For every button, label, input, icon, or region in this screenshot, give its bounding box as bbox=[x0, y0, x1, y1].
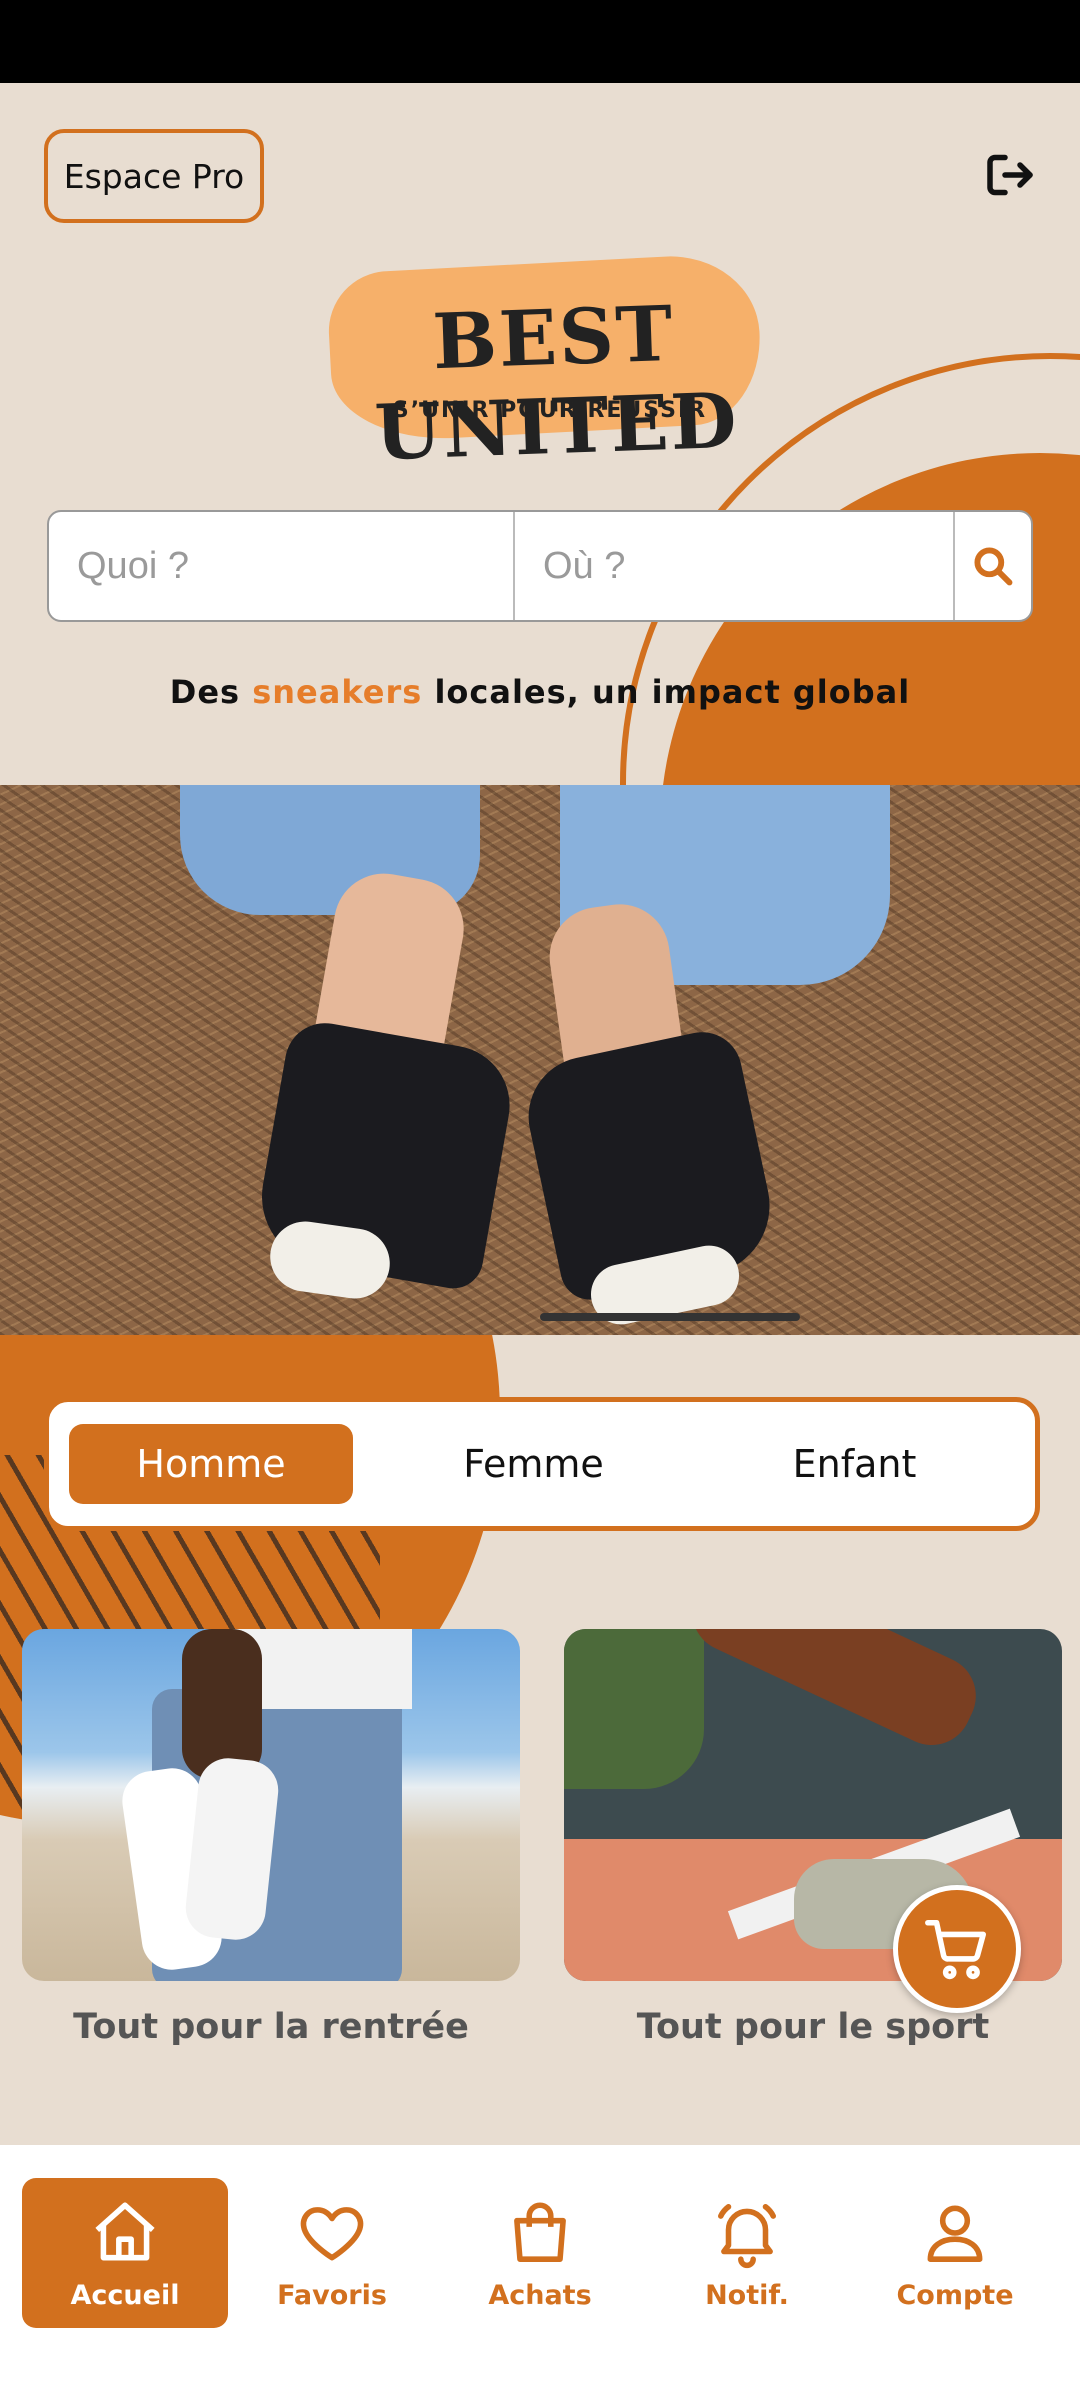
cart-button[interactable] bbox=[893, 1885, 1021, 2013]
tab-enfant[interactable]: Enfant bbox=[694, 1424, 1015, 1504]
espace-pro-button[interactable]: Espace Pro bbox=[44, 129, 264, 223]
nav-favoris-label: Favoris bbox=[277, 2279, 387, 2311]
bell-icon bbox=[718, 2203, 776, 2268]
hero-background bbox=[0, 785, 1080, 1335]
logo-title: BEST UNITED bbox=[373, 288, 740, 478]
shopping-bag-icon bbox=[514, 2202, 566, 2262]
tagline-part1: Des bbox=[169, 673, 253, 711]
hero-banner-image[interactable] bbox=[0, 785, 1080, 1335]
status-bar bbox=[0, 0, 1080, 83]
tagline-part2: locales, un impact global bbox=[422, 673, 911, 711]
brand-logo: BEST UNITED S’UNIR POUR RÉUSSIR bbox=[290, 233, 810, 477]
home-icon bbox=[95, 2201, 155, 2260]
carousel-indicator bbox=[540, 1313, 800, 1321]
what-search-input[interactable] bbox=[49, 512, 515, 620]
category-card-rentree-label[interactable]: Tout pour la rentrée bbox=[22, 2007, 520, 2047]
nav-notif[interactable]: Notif. bbox=[644, 2178, 850, 2328]
nav-accueil-label: Accueil bbox=[70, 2279, 180, 2311]
nav-notif-label: Notif. bbox=[705, 2279, 789, 2311]
header: Espace Pro BEST UNITED S’UNIR POUR RÉUSS… bbox=[0, 83, 1080, 785]
logo-subtitle: S’UNIR POUR RÉUSSIR bbox=[392, 398, 708, 423]
category-card-sport-label[interactable]: Tout pour le sport bbox=[564, 2007, 1062, 2047]
nav-accueil[interactable]: Accueil bbox=[22, 2178, 228, 2328]
tab-femme[interactable]: Femme bbox=[373, 1424, 694, 1504]
tagline: Des sneakers locales, un impact global bbox=[0, 673, 1080, 711]
search-icon bbox=[974, 547, 1013, 586]
tab-homme[interactable]: Homme bbox=[69, 1424, 353, 1504]
nav-achats-label: Achats bbox=[488, 2279, 592, 2311]
search-bar bbox=[47, 510, 1033, 622]
category-card-rentree-image[interactable] bbox=[22, 1629, 520, 1981]
user-icon bbox=[927, 2205, 983, 2262]
logout-icon[interactable] bbox=[980, 145, 1040, 205]
nav-compte-label: Compte bbox=[896, 2279, 1014, 2311]
nav-achats[interactable]: Achats bbox=[437, 2178, 643, 2328]
bottom-navigation: Accueil Favoris Achats Notif. Compte bbox=[0, 2145, 1080, 2400]
nav-favoris[interactable]: Favoris bbox=[229, 2178, 435, 2328]
heart-icon bbox=[300, 2206, 364, 2260]
card2-arm bbox=[679, 1629, 989, 1759]
nav-compte[interactable]: Compte bbox=[852, 2178, 1058, 2328]
where-search-input[interactable] bbox=[515, 512, 955, 620]
card1-arm bbox=[182, 1629, 262, 1779]
category-section: Homme Femme Enfant Tout pour la rentrée … bbox=[0, 1335, 1080, 2145]
tagline-highlight: sneakers bbox=[252, 673, 423, 711]
card2-trees bbox=[564, 1629, 704, 1789]
cart-icon bbox=[925, 1919, 987, 1980]
gender-segmented-control: Homme Femme Enfant bbox=[44, 1397, 1040, 1531]
search-button[interactable] bbox=[955, 512, 1031, 620]
